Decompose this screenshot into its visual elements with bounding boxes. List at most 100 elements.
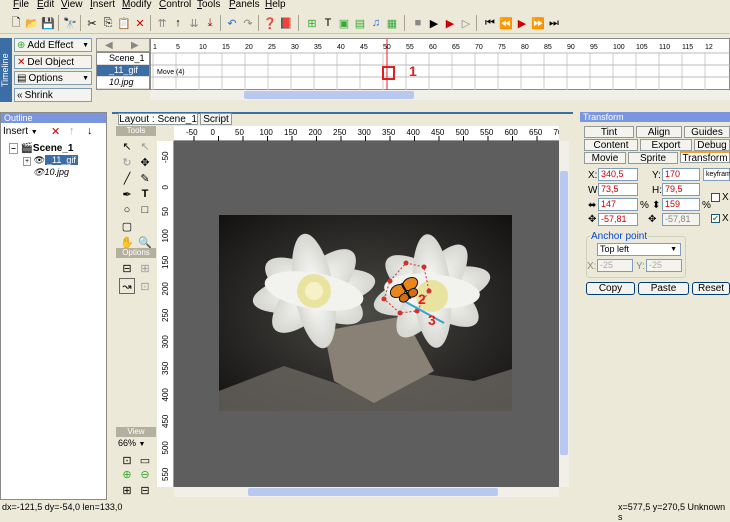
menu-control[interactable]: Control: [159, 0, 191, 10]
tree-scene[interactable]: − 🎬Scene_1: [9, 143, 74, 154]
tab-align[interactable]: Align: [636, 126, 682, 138]
menu-file[interactable]: File: [13, 0, 29, 10]
insert-sound-icon[interactable]: ♫: [368, 15, 384, 31]
lock-checkbox[interactable]: [711, 193, 720, 202]
scroll-thumb[interactable]: [244, 91, 414, 99]
prev-frame-icon[interactable]: ⏪: [498, 15, 514, 31]
paste-icon[interactable]: 📋: [116, 15, 132, 31]
line-icon[interactable]: ╱: [119, 170, 135, 186]
scroll-thumb[interactable]: [560, 171, 568, 455]
tab-guides[interactable]: Guides: [684, 126, 730, 138]
delete-icon[interactable]: ✕: [51, 125, 60, 138]
bezier-icon[interactable]: ↝: [119, 278, 135, 294]
insert-movie-icon[interactable]: ▦: [384, 15, 400, 31]
copy-icon[interactable]: ⎘: [100, 15, 116, 31]
prev-arrow-icon[interactable]: ◀: [105, 40, 113, 51]
tab-sprite[interactable]: Sprite: [628, 152, 678, 164]
tab-export[interactable]: Export: [640, 139, 692, 151]
curve-icon[interactable]: ⊡: [137, 278, 153, 294]
stop-icon[interactable]: ■: [410, 15, 426, 31]
redo-icon[interactable]: ↷: [240, 15, 256, 31]
menu-insert[interactable]: Insert: [90, 0, 115, 10]
stage-hscroll[interactable]: [174, 487, 559, 497]
move-down-icon[interactable]: ↓: [87, 125, 93, 137]
insert-shape-icon[interactable]: ▤: [352, 15, 368, 31]
menu-help[interactable]: Help: [265, 0, 286, 10]
zoom-out-icon[interactable]: ⊖: [137, 466, 153, 482]
skew-x-field[interactable]: -57,81: [598, 213, 638, 226]
open-icon[interactable]: 📂: [24, 15, 40, 31]
tab-tint[interactable]: Tint: [584, 126, 634, 138]
move-bottom-icon[interactable]: ⤓: [202, 15, 218, 31]
zoom-select[interactable]: 66% ▼: [118, 438, 145, 448]
paste-button[interactable]: Paste: [638, 282, 689, 295]
play-scene-icon[interactable]: ▶: [442, 15, 458, 31]
snap-icon[interactable]: ⊟: [119, 260, 135, 276]
play-selection-icon[interactable]: ▷: [458, 15, 474, 31]
y-field[interactable]: 170: [662, 168, 700, 181]
keyframe-select[interactable]: keyframe: [703, 168, 730, 181]
first-frame-icon[interactable]: ⏮: [482, 15, 498, 31]
guides-icon[interactable]: ⊟: [137, 482, 153, 498]
tab-debug[interactable]: Debug: [694, 139, 730, 151]
tab-transform[interactable]: Transform: [680, 151, 730, 164]
menu-modify[interactable]: Modify: [122, 0, 151, 10]
arrow-icon[interactable]: ↖: [119, 138, 135, 154]
help-icon[interactable]: ❓: [262, 15, 278, 31]
collapse-icon[interactable]: −: [9, 143, 18, 154]
next-arrow-icon[interactable]: ▶: [131, 40, 139, 51]
tree-item-jpg[interactable]: 👁10.jpg: [33, 167, 69, 178]
new-icon[interactable]: 🗋: [8, 15, 24, 31]
frames-grid[interactable]: 1510152025303540455055606570758085909510…: [150, 38, 730, 91]
layer-item-selected[interactable]: _11_gif: [97, 65, 149, 77]
menu-panels[interactable]: Panels: [229, 0, 260, 10]
undo-icon[interactable]: ↶: [224, 15, 240, 31]
menu-view[interactable]: View: [61, 0, 83, 10]
move-up-icon[interactable]: ↑: [69, 125, 75, 137]
stage-canvas[interactable]: 2 3: [174, 141, 559, 487]
text-icon[interactable]: T: [137, 186, 153, 202]
next-frame-icon[interactable]: ⏩: [530, 15, 546, 31]
layer-item[interactable]: 10.jpg: [97, 77, 149, 89]
zoom-in-icon[interactable]: ⊕: [119, 466, 135, 482]
move-up-icon[interactable]: ↑: [170, 15, 186, 31]
anchor-select[interactable]: Top left ▼: [597, 243, 681, 256]
tab-content[interactable]: Content: [584, 139, 638, 151]
options-button[interactable]: ▤ Options ▼: [14, 71, 92, 85]
scale-y-field[interactable]: 159: [662, 198, 700, 211]
play-icon[interactable]: ▶: [426, 15, 442, 31]
h-field[interactable]: 79,5: [662, 183, 700, 196]
menu-tools[interactable]: Tools: [197, 0, 220, 10]
subselect-icon[interactable]: ↖: [137, 138, 153, 154]
pen-icon[interactable]: ✒: [119, 186, 135, 202]
anchor-x-field[interactable]: -25: [597, 259, 633, 272]
expand-icon[interactable]: +: [23, 157, 32, 166]
layer-item[interactable]: Scene_1: [97, 53, 149, 65]
last-frame-icon[interactable]: ⏭: [546, 15, 562, 31]
tab-movie[interactable]: Movie: [584, 152, 626, 164]
transform-icon[interactable]: ✥: [137, 154, 153, 170]
copy-button[interactable]: Copy: [586, 282, 635, 295]
tab-layout[interactable]: Layout : Scene_1: [118, 113, 198, 125]
rounded-rect-icon[interactable]: ▢: [119, 218, 135, 234]
menu-edit[interactable]: Edit: [37, 0, 54, 10]
insert-image-icon[interactable]: ▣: [336, 15, 352, 31]
tree-item-gif[interactable]: + 👁 _11_gif: [23, 155, 78, 166]
x-field[interactable]: 340,5: [598, 168, 638, 181]
w-field[interactable]: 73,5: [598, 183, 638, 196]
find-icon[interactable]: 🔭: [62, 15, 78, 31]
skew-lock-checkbox[interactable]: ✔: [711, 214, 720, 223]
cut-icon[interactable]: ✂: [84, 15, 100, 31]
insert-scene-icon[interactable]: ⊞: [304, 15, 320, 31]
rectangle-icon[interactable]: □: [137, 202, 153, 218]
book-icon[interactable]: 📕: [278, 15, 294, 31]
scale-x-field[interactable]: 147: [598, 198, 638, 211]
scroll-thumb[interactable]: [248, 488, 498, 496]
tab-script[interactable]: Script: [200, 113, 232, 125]
add-effect-button[interactable]: ⊕ Add Effect ▼: [14, 38, 92, 52]
grid-icon[interactable]: ⊞: [119, 482, 135, 498]
save-icon[interactable]: 💾: [40, 15, 56, 31]
reset-button[interactable]: Reset: [692, 282, 730, 295]
delete-icon[interactable]: ✕: [132, 15, 148, 31]
insert-text-icon[interactable]: T: [320, 15, 336, 31]
